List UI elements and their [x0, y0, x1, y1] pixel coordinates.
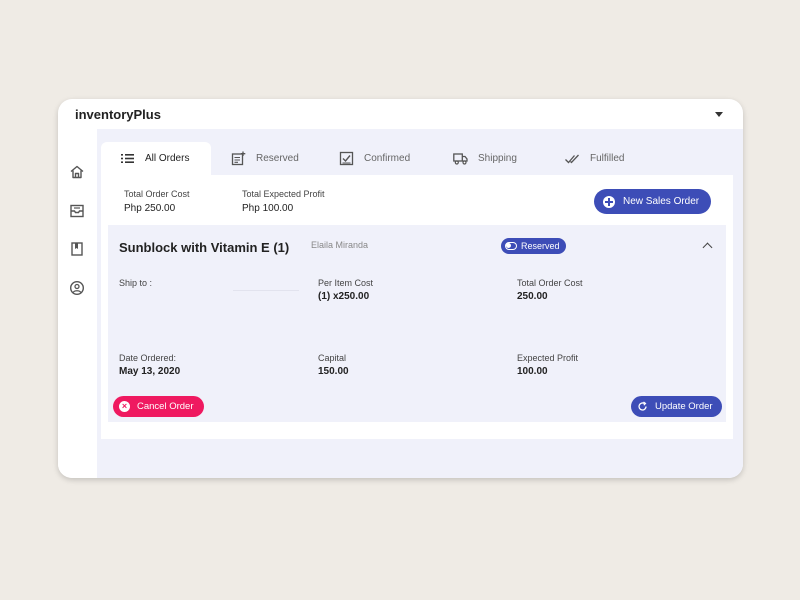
- orders-panel: Total Order Cost Php 250.00 Total Expect…: [101, 175, 733, 439]
- truck-icon: [453, 151, 468, 166]
- cancel-order-label: Cancel Order: [137, 401, 194, 412]
- total-order-cost-field-label: Total Order Cost: [517, 278, 583, 288]
- expected-profit-value: 100.00: [517, 366, 548, 377]
- tab-label: Fulfilled: [590, 153, 625, 164]
- app-window: inventoryPlus All Orders Reserved Confir…: [58, 99, 743, 478]
- new-sales-order-label: New Sales Order: [623, 196, 700, 207]
- sidebar: [58, 129, 97, 478]
- order-customer: Elaila Miranda: [311, 240, 369, 250]
- home-icon[interactable]: [69, 164, 85, 180]
- app-title: inventoryPlus: [75, 107, 161, 122]
- user-icon[interactable]: [69, 280, 85, 296]
- list-icon: [120, 151, 135, 166]
- status-label: Reserved: [521, 241, 560, 251]
- title-bar: inventoryPlus: [58, 99, 743, 129]
- refresh-icon: [637, 401, 648, 412]
- ship-to-label: Ship to :: [119, 278, 153, 288]
- date-ordered-value: May 13, 2020: [119, 366, 181, 377]
- total-order-cost-value: Php 250.00: [124, 203, 176, 214]
- tab-confirmed[interactable]: Confirmed: [339, 142, 449, 175]
- note-add-icon: [231, 151, 246, 166]
- tab-fulfilled[interactable]: Fulfilled: [565, 142, 675, 175]
- double-check-icon: [565, 151, 580, 166]
- total-expected-profit-value: Php 100.00: [242, 203, 294, 214]
- tab-label: Confirmed: [364, 153, 411, 164]
- book-icon[interactable]: [69, 241, 85, 257]
- capital-value: 150.00: [318, 366, 349, 377]
- total-expected-profit-label: Total Expected Profit: [242, 189, 325, 199]
- total-order-cost-field-value: 250.00: [517, 291, 548, 302]
- expected-profit-label: Expected Profit: [517, 353, 579, 363]
- checkbox-icon: [339, 151, 354, 166]
- inbox-icon[interactable]: [69, 203, 85, 219]
- main-content: All Orders Reserved Confirmed Shipping F…: [97, 129, 743, 478]
- update-order-button[interactable]: Update Order: [631, 396, 722, 417]
- account-dropdown-icon[interactable]: [715, 112, 723, 117]
- plus-icon: [603, 195, 615, 208]
- cancel-order-button[interactable]: × Cancel Order: [113, 396, 204, 417]
- collapse-chevron-icon[interactable]: [702, 242, 713, 253]
- tab-shipping[interactable]: Shipping: [453, 142, 553, 175]
- date-ordered-label: Date Ordered:: [119, 353, 177, 363]
- per-item-cost-value: (1) x250.00: [318, 291, 370, 302]
- tab-label: Shipping: [478, 153, 517, 164]
- ship-to-field: [233, 290, 299, 291]
- update-order-label: Update Order: [655, 401, 713, 412]
- order-card: Sunblock with Vitamin E (1) Elaila Miran…: [108, 225, 726, 422]
- capital-label: Capital: [318, 353, 347, 363]
- order-title: Sunblock with Vitamin E (1): [119, 240, 290, 255]
- toggle-icon: [505, 242, 517, 250]
- tab-label: All Orders: [145, 153, 190, 164]
- tab-all-orders[interactable]: All Orders: [101, 142, 211, 175]
- total-order-cost-label: Total Order Cost: [124, 189, 190, 199]
- order-tabs: All Orders Reserved Confirmed Shipping F…: [101, 142, 733, 175]
- tab-label: Reserved: [256, 153, 299, 164]
- close-icon: ×: [119, 401, 130, 412]
- tab-reserved[interactable]: Reserved: [231, 142, 331, 175]
- status-badge[interactable]: Reserved: [501, 238, 566, 254]
- new-sales-order-button[interactable]: New Sales Order: [594, 189, 711, 214]
- per-item-cost-label: Per Item Cost: [318, 278, 374, 288]
